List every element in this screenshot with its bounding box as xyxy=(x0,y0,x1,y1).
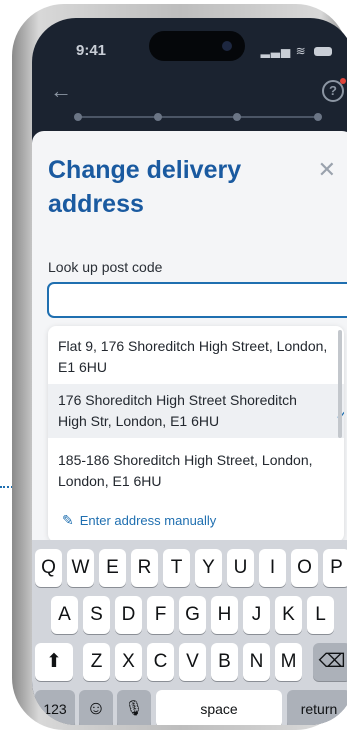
key-p[interactable]: P xyxy=(323,549,347,587)
numbers-key[interactable]: 123 xyxy=(35,690,75,725)
key-f[interactable]: F xyxy=(147,596,174,634)
signal-icon: ▂▃▅ xyxy=(260,44,292,58)
key-r[interactable]: R xyxy=(131,549,158,587)
step-dot xyxy=(74,113,82,121)
key-k[interactable]: K xyxy=(275,596,302,634)
space-key[interactable]: space xyxy=(156,690,282,725)
key-a[interactable]: A xyxy=(51,596,78,634)
address-option[interactable]: Flat 9, 176 Shoreditch High Street, Lond… xyxy=(48,330,344,384)
step-dot xyxy=(233,113,241,121)
key-e[interactable]: E xyxy=(99,549,126,587)
step-dot xyxy=(314,113,322,121)
camera-icon xyxy=(222,41,232,51)
key-o[interactable]: O xyxy=(291,549,318,587)
arrow-left-icon[interactable]: ← xyxy=(50,78,72,104)
key-h[interactable]: H xyxy=(211,596,238,634)
lookup-label: Look up post code xyxy=(48,259,163,275)
phone-frame: 9:41 ▂▃▅ ≋ ← ? Change delivery address ✕ xyxy=(12,4,347,730)
enter-manually-label: Enter address manually xyxy=(79,513,217,528)
sheet-title: Change delivery address xyxy=(48,156,242,218)
key-s[interactable]: S xyxy=(83,596,110,634)
return-key[interactable]: return xyxy=(287,690,347,725)
progress-steps xyxy=(74,113,322,121)
key-m[interactable]: M xyxy=(275,643,302,681)
status-time: 9:41 xyxy=(76,42,107,59)
key-z[interactable]: Z xyxy=(83,643,110,681)
emoji-icon[interactable]: ☺ xyxy=(79,690,113,725)
key-l[interactable]: L xyxy=(307,596,334,634)
key-j[interactable]: J xyxy=(243,596,270,634)
address-option-text: 176 Shoreditch High Street Shoreditch Hi… xyxy=(58,392,297,429)
battery-icon xyxy=(314,47,332,57)
change-address-sheet: Change delivery address ✕ Look up post c… xyxy=(32,131,347,551)
address-option[interactable]: 185-186 Shoreditch High Street, London, … xyxy=(48,446,344,496)
key-x[interactable]: X xyxy=(115,643,142,681)
key-c[interactable]: C xyxy=(147,643,174,681)
key-d[interactable]: D xyxy=(115,596,142,634)
notification-dot xyxy=(340,78,346,84)
key-b[interactable]: B xyxy=(211,643,238,681)
step-dot xyxy=(154,113,162,121)
key-v[interactable]: V xyxy=(179,643,206,681)
screen: 9:41 ▂▃▅ ≋ ← ? Change delivery address ✕ xyxy=(32,18,347,725)
dynamic-island xyxy=(149,31,245,61)
key-t[interactable]: T xyxy=(163,549,190,587)
enter-manually-link[interactable]: ✎ Enter address manually xyxy=(62,512,216,529)
microphone-icon[interactable]: 🎙 xyxy=(117,690,151,725)
key-n[interactable]: N xyxy=(243,643,270,681)
scrollbar[interactable] xyxy=(338,330,342,438)
wifi-icon: ≋ xyxy=(295,44,307,58)
top-nav: ← ? xyxy=(32,78,347,118)
status-bar: 9:41 ▂▃▅ ≋ xyxy=(32,18,347,68)
delete-key[interactable]: ⌫ xyxy=(313,643,347,681)
address-dropdown: Flat 9, 176 Shoreditch High Street, Lond… xyxy=(48,326,344,542)
pencil-icon: ✎ xyxy=(62,512,74,528)
key-q[interactable]: Q xyxy=(35,549,62,587)
shift-key[interactable]: ⬆ xyxy=(35,643,73,681)
key-u[interactable]: U xyxy=(227,549,254,587)
address-option-text: Flat 9, 176 Shoreditch High Street, Lond… xyxy=(58,338,328,375)
address-option-text: 185-186 Shoreditch High Street, London, … xyxy=(58,452,313,489)
address-option-selected[interactable]: 176 Shoreditch High Street Shoreditch Hi… xyxy=(48,384,344,438)
key-i[interactable]: I xyxy=(259,549,286,587)
key-g[interactable]: G xyxy=(179,596,206,634)
status-icons: ▂▃▅ ≋ xyxy=(261,44,332,58)
keyboard: Q W E R T Y U I O P A S D F G H J K L ⬆ … xyxy=(32,540,347,725)
key-w[interactable]: W xyxy=(67,549,94,587)
close-icon[interactable]: ✕ xyxy=(318,157,336,183)
postcode-input[interactable] xyxy=(47,282,347,318)
key-y[interactable]: Y xyxy=(195,549,222,587)
